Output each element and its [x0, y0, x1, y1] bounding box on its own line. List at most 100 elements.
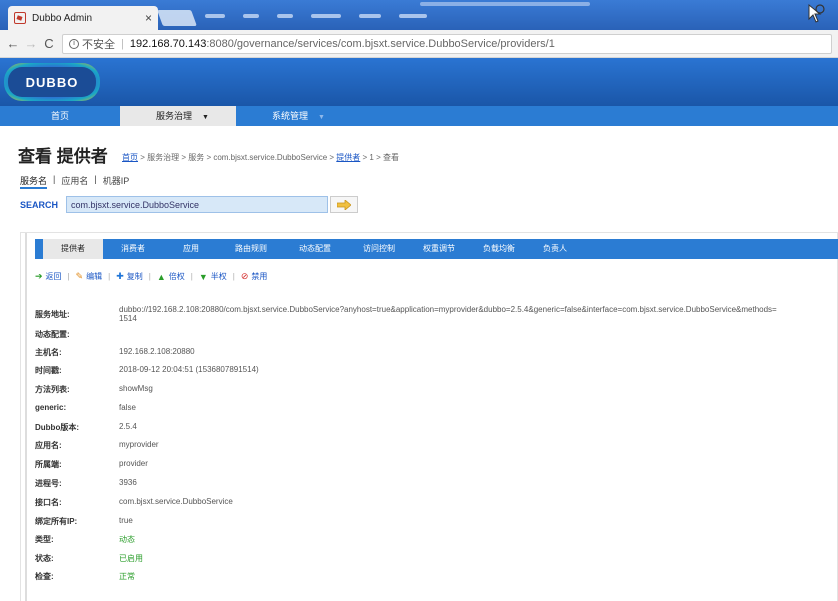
breadcrumb-mid: > 服务治理 > 服务 > com.bjsxt.service.DubboSer… — [138, 153, 337, 162]
field-value-continued: 1514 — [119, 314, 137, 323]
edit-button[interactable]: ✎ 编辑 — [76, 271, 103, 282]
arrow-right-icon — [337, 199, 352, 210]
field-value: myprovider — [119, 440, 159, 449]
disable-button[interactable]: ⊘ 禁用 — [241, 271, 268, 282]
field-value: 2018-09-12 20:04:51 (1536807891514) — [119, 365, 259, 374]
back-arrow-icon: ➔ — [35, 271, 43, 281]
tab-overrides[interactable]: 动态配置 — [283, 239, 347, 259]
search-tab-service-name[interactable]: 服务名 — [20, 174, 48, 189]
field-label: 应用名: — [35, 441, 62, 450]
tab-access-control[interactable]: 访问控制 — [347, 239, 411, 259]
back-label: 返回 — [45, 272, 62, 281]
action-divider: | — [148, 272, 151, 281]
action-toolbar: ➔ 返回 | ✎ 编辑 | ✚ 复制 | ▲ 倍权 | ▼ 半权 | ⊘ 禁用 — [35, 271, 267, 282]
search-label: SEARCH — [20, 199, 59, 210]
url-path: :8080/governance/services/com.bjsxt.serv… — [206, 38, 555, 50]
field-value: true — [119, 516, 133, 525]
blurred-bookmark — [420, 2, 590, 6]
insecure-label: 不安全 — [82, 39, 115, 51]
tab-load-balance[interactable]: 负载均衡 — [467, 239, 531, 259]
double-weight-label: 倍权 — [168, 272, 185, 281]
breadcrumb-providers-link[interactable]: 提供者 — [336, 153, 360, 162]
browser-tab-dubbo-admin[interactable]: Dubbo Admin × — [8, 6, 158, 30]
search-input[interactable] — [66, 196, 329, 213]
half-weight-label: 半权 — [210, 272, 227, 281]
search-tab-app-name[interactable]: 应用名 — [61, 174, 88, 189]
provider-detail-panel: 提供者 消费者 应用 路由规则 动态配置 访问控制 权重调节 负载均衡 负责人 … — [20, 232, 838, 601]
browser-tab-bar: Dubbo Admin × — [0, 0, 838, 30]
disable-label: 禁用 — [251, 272, 268, 281]
breadcrumb-tail: > 1 > 查看 — [360, 153, 399, 162]
search-tab-machine-ip[interactable]: 机器IP — [103, 174, 130, 189]
menu-item-home[interactable]: 首页 — [0, 106, 120, 126]
field-value: provider — [119, 459, 148, 468]
search-tab-divider: | — [53, 174, 56, 184]
disable-icon: ⊘ — [240, 271, 249, 281]
detail-tabs: 提供者 消费者 应用 路由规则 动态配置 访问控制 权重调节 负载均衡 负责人 — [35, 239, 838, 259]
field-value: 2.5.4 — [119, 422, 137, 431]
blurred-tabs — [205, 14, 427, 18]
menu-item-label: 系统管理 — [272, 111, 309, 121]
down-arrow-icon: ▼ — [198, 271, 208, 282]
field-value: com.bjsxt.service.DubboService — [119, 497, 233, 506]
field-label: 状态: — [35, 554, 54, 563]
menu-item-label: 首页 — [50, 111, 69, 121]
mouse-cursor-icon — [808, 3, 825, 23]
caret-down-icon: ▼ — [318, 114, 325, 121]
url-host: 192.168.70.143 — [129, 38, 207, 50]
field-value: 192.168.2.108:20880 — [119, 347, 195, 356]
caret-down-icon: ▼ — [202, 114, 209, 121]
reload-icon[interactable]: C — [40, 36, 58, 51]
forward-arrow-icon[interactable]: → — [22, 36, 40, 51]
half-weight-button[interactable]: ▼ 半权 — [199, 271, 227, 282]
search-go-button[interactable] — [330, 196, 359, 213]
url-field[interactable]: i 不安全 | 192.168.70.143 :8080/governance/… — [62, 34, 832, 54]
copy-icon: ✚ — [116, 271, 124, 281]
field-label: 动态配置: — [35, 330, 70, 339]
menu-item-system-management[interactable]: 系统管理 ▼ — [236, 106, 325, 126]
field-value: 正常 — [119, 572, 135, 581]
tab-owners[interactable]: 负责人 — [531, 239, 579, 259]
breadcrumb-home-link[interactable]: 首页 — [122, 153, 138, 162]
tab-providers[interactable]: 提供者 — [43, 239, 103, 259]
main-menu: 首页 服务治理 ▼ 系统管理 ▼ — [0, 106, 838, 126]
search-row: SEARCH — [20, 196, 359, 213]
back-arrow-icon[interactable]: ← — [4, 36, 22, 51]
tab-title: Dubbo Admin — [32, 12, 93, 24]
url-separator: | — [121, 38, 124, 50]
tab-weights[interactable]: 权重调节 — [411, 239, 467, 259]
field-label: 绑定所有IP: — [35, 517, 78, 526]
action-divider: | — [232, 272, 235, 281]
action-divider: | — [67, 272, 70, 281]
field-value: dubbo://192.168.2.108:20880/com.bjsxt.se… — [119, 305, 777, 314]
field-value: false — [119, 403, 136, 412]
field-value: 动态 — [119, 535, 135, 544]
search-type-tabs: 服务名 | 应用名 | 机器IP — [20, 174, 129, 189]
field-label: generic: — [35, 403, 67, 412]
tab-consumers[interactable]: 消费者 — [103, 239, 163, 259]
pencil-icon: ✎ — [75, 271, 84, 281]
field-label: 服务地址: — [35, 310, 70, 319]
info-icon[interactable]: i — [69, 39, 79, 49]
dubbo-logo[interactable]: DUBBO — [4, 63, 100, 101]
copy-button[interactable]: ✚ 复制 — [116, 271, 143, 282]
menu-item-service-governance[interactable]: 服务治理 ▼ — [120, 106, 236, 126]
search-tab-divider: | — [94, 174, 97, 184]
panel-left-border — [25, 233, 27, 601]
action-divider: | — [108, 272, 111, 281]
breadcrumb: 首页 > 服务治理 > 服务 > com.bjsxt.service.Dubbo… — [122, 152, 399, 163]
dubbo-favicon-icon — [14, 12, 26, 24]
field-label: 主机名: — [35, 348, 62, 357]
tab-routes[interactable]: 路由规则 — [219, 239, 283, 259]
field-label: 检查: — [35, 572, 54, 581]
back-button[interactable]: ➔ 返回 — [35, 271, 62, 282]
field-label: Dubbo版本: — [35, 423, 79, 432]
field-label: 所属端: — [35, 460, 62, 469]
action-divider: | — [190, 272, 193, 281]
tab-applications[interactable]: 应用 — [163, 239, 219, 259]
double-weight-button[interactable]: ▲ 倍权 — [157, 271, 185, 282]
close-tab-icon[interactable]: × — [145, 11, 152, 25]
new-tab-button[interactable] — [157, 10, 197, 26]
field-label: 方法列表: — [35, 385, 70, 394]
logo-text: DUBBO — [8, 67, 96, 97]
